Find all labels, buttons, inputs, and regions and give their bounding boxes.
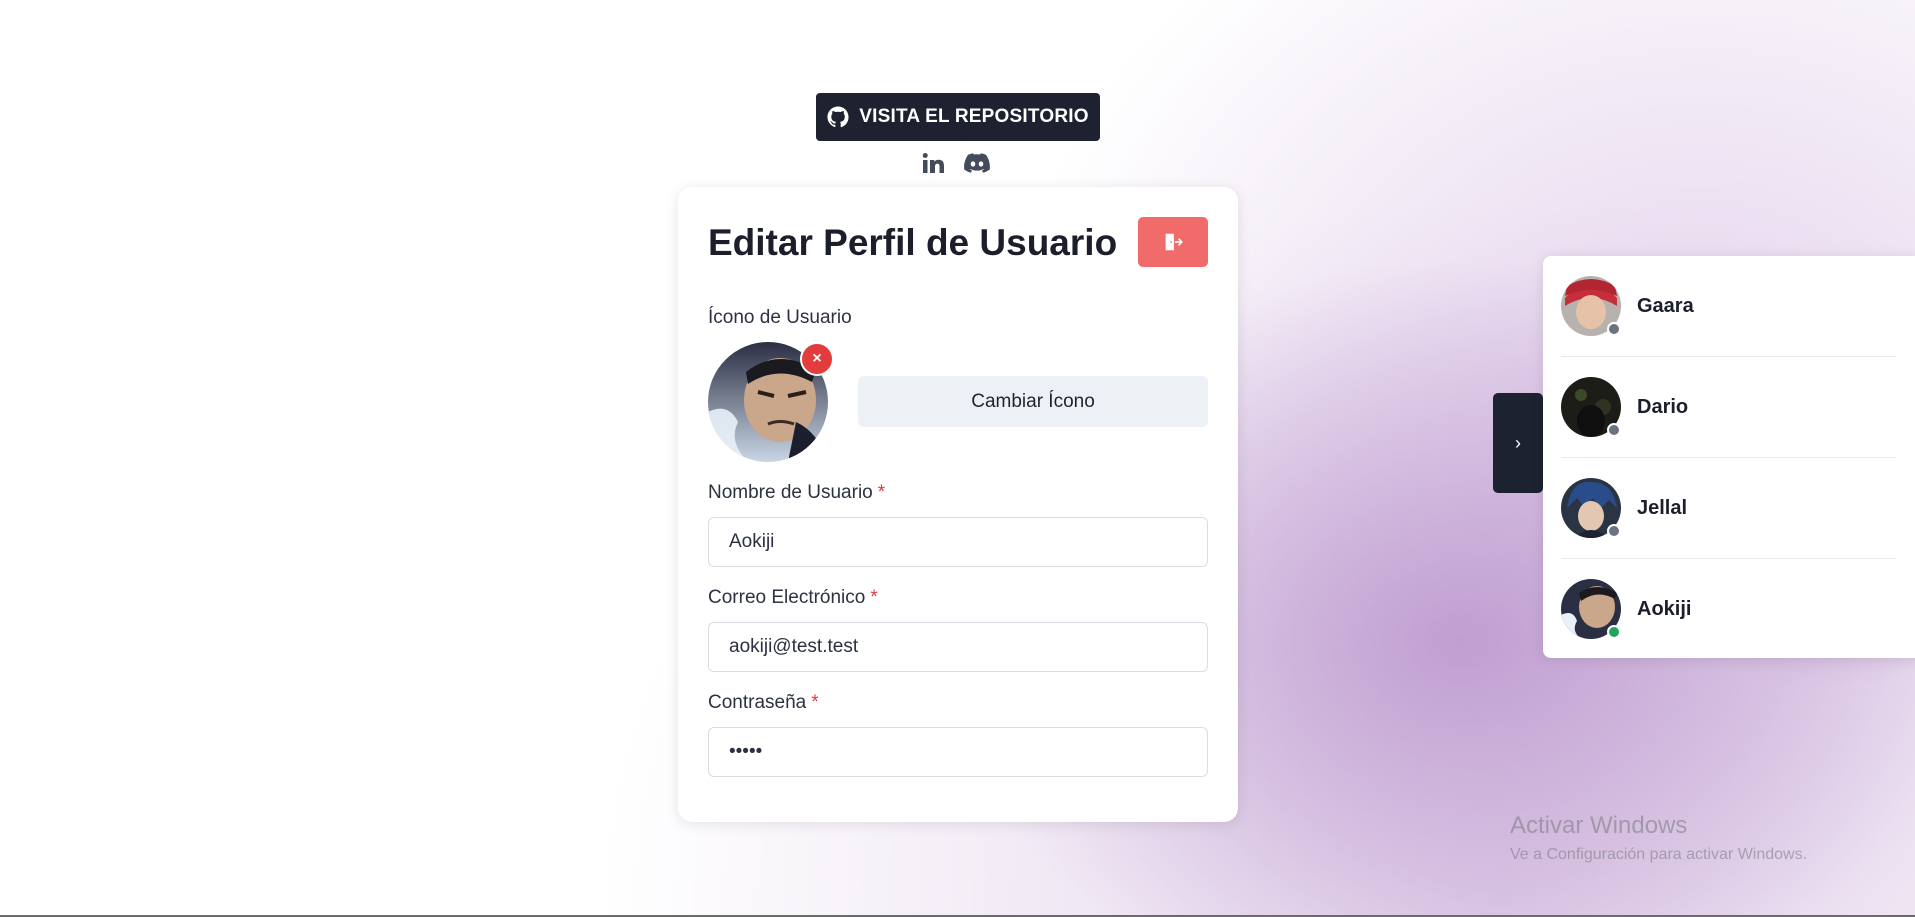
password-label-text: Contraseña xyxy=(708,692,807,713)
user-list-item[interactable]: Dario xyxy=(1561,357,1896,457)
discord-icon[interactable] xyxy=(964,150,990,176)
avatar xyxy=(1561,276,1621,336)
required-marker: * xyxy=(811,692,819,713)
username-label-text: Nombre de Usuario xyxy=(708,482,873,503)
user-list-item[interactable]: Gaara xyxy=(1561,256,1896,356)
password-input[interactable] xyxy=(708,727,1208,777)
windows-activation-watermark: Activar Windows Ve a Configuración para … xyxy=(1510,812,1807,864)
status-indicator xyxy=(1607,322,1621,336)
watermark-title: Activar Windows xyxy=(1510,812,1688,839)
user-icon-preview: × xyxy=(708,342,834,462)
edit-profile-card: Editar Perfil de Usuario Ícono de Usuari… xyxy=(678,187,1238,822)
github-icon xyxy=(827,106,849,128)
required-marker: * xyxy=(870,587,878,608)
password-label: Contraseña * xyxy=(708,692,819,714)
email-label: Correo Electrónico * xyxy=(708,587,878,609)
user-name: Gaara xyxy=(1637,294,1694,317)
required-marker: * xyxy=(877,482,886,503)
logout-button[interactable] xyxy=(1138,217,1208,267)
avatar xyxy=(1561,579,1621,639)
status-indicator xyxy=(1607,625,1621,639)
users-panel: Gaara Dario Jellal Aokiji xyxy=(1543,256,1915,658)
user-name: Jellal xyxy=(1637,496,1688,519)
logout-icon xyxy=(1165,233,1183,251)
toggle-users-panel-button[interactable]: › xyxy=(1493,393,1543,493)
user-name: Aokiji xyxy=(1637,597,1692,620)
repo-button-label: VISITA EL REPOSITORIO xyxy=(859,106,1089,127)
status-indicator xyxy=(1607,524,1621,538)
remove-icon-button[interactable]: × xyxy=(800,342,834,376)
email-label-text: Correo Electrónico xyxy=(708,587,866,608)
linkedin-icon[interactable] xyxy=(920,150,946,176)
chevron-right-icon: › xyxy=(1515,432,1521,453)
social-links xyxy=(920,150,990,176)
user-list-item[interactable]: Jellal xyxy=(1561,458,1896,558)
avatar xyxy=(1561,478,1621,538)
change-icon-button[interactable]: Cambiar Ícono xyxy=(858,376,1208,427)
icon-section-label: Ícono de Usuario xyxy=(708,307,852,328)
user-name: Dario xyxy=(1637,395,1689,418)
status-indicator xyxy=(1607,423,1621,437)
page-title: Editar Perfil de Usuario xyxy=(708,222,1118,263)
email-input[interactable] xyxy=(708,622,1208,672)
watermark-subtitle: Ve a Configuración para activar Windows. xyxy=(1510,846,1808,863)
user-list-item[interactable]: Aokiji xyxy=(1561,559,1896,659)
username-label: Nombre de Usuario * xyxy=(708,482,885,504)
username-input[interactable] xyxy=(708,517,1208,567)
avatar xyxy=(1561,377,1621,437)
visit-repository-button[interactable]: VISITA EL REPOSITORIO xyxy=(816,93,1100,141)
